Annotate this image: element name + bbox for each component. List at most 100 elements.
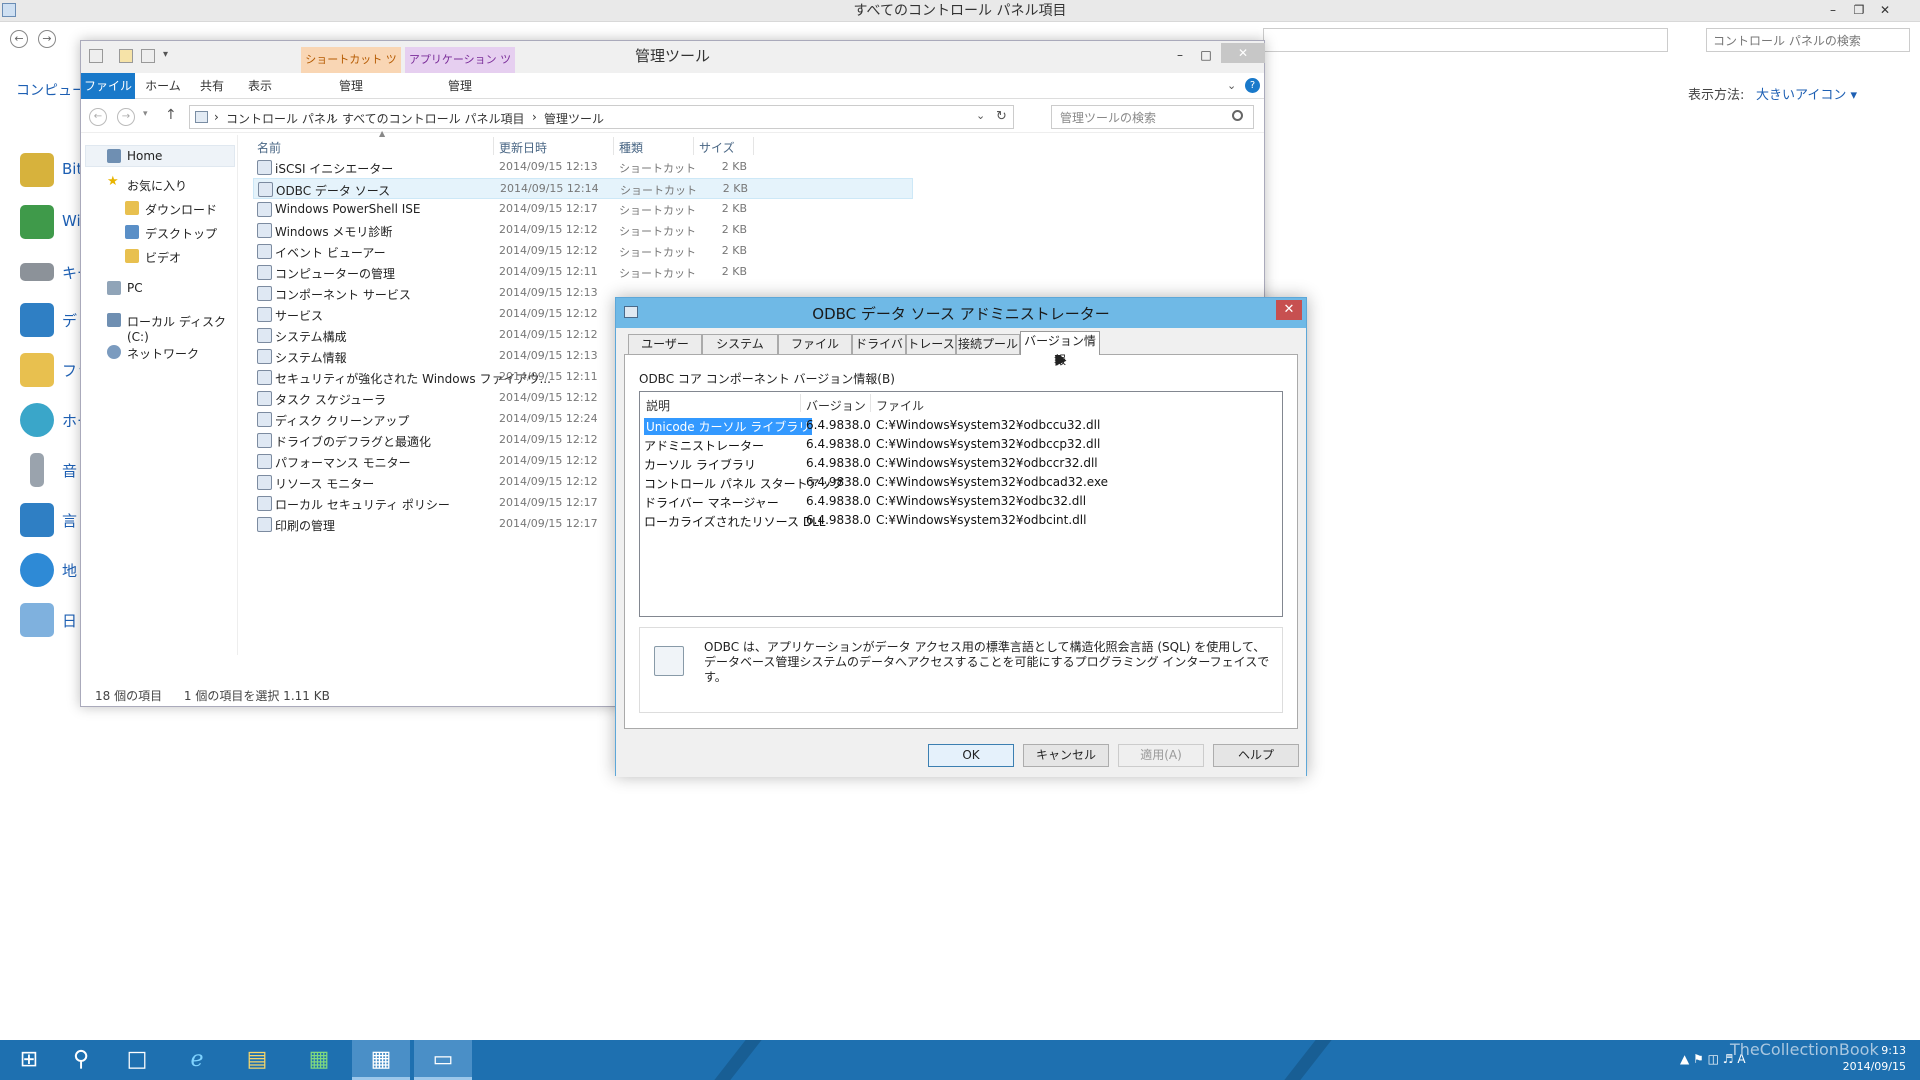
customize-chevron-icon[interactable]: ▾	[163, 49, 168, 60]
component-row[interactable]: Unicode カーソル ライブラリ 6.4.9838.0 C:¥Windows¥s…	[640, 416, 1280, 435]
display-icon[interactable]	[20, 303, 54, 337]
store-icon[interactable]: ▦	[290, 1040, 348, 1080]
file-row[interactable]: iSCSI イニシエーター 2014/09/15 12:13 ショートカット 2 KB	[253, 157, 913, 178]
new-folder-icon[interactable]	[119, 49, 133, 63]
column-type[interactable]: 種類	[619, 139, 643, 156]
file-row[interactable]: ODBC データ ソース 2014/09/15 12:14 ショートカット 2 KB	[253, 178, 913, 199]
view-by-dropdown[interactable]: 大きいアイコン ▾	[1756, 84, 1857, 103]
file-row[interactable]: コンピューターの管理 2014/09/15 12:11 ショートカット 2 KB	[253, 262, 913, 283]
column-separator[interactable]	[493, 137, 494, 155]
tab-manage-application[interactable]: 管理	[405, 73, 515, 99]
refresh-icon[interactable]: ↻	[996, 109, 1007, 124]
ribbon-expand-chevron-icon[interactable]: ⌄	[1227, 79, 1236, 92]
tab-about[interactable]: バージョン情報	[1020, 331, 1100, 367]
nav-desktop[interactable]: デスクトップ	[145, 225, 217, 242]
network-icon[interactable]	[20, 205, 54, 239]
restore-button[interactable]: ❐	[1846, 0, 1872, 20]
homegroup-icon[interactable]	[20, 403, 54, 437]
dialog-close-button[interactable]: ✕	[1276, 300, 1302, 320]
column-separator[interactable]	[800, 394, 801, 412]
column-separator[interactable]	[613, 137, 614, 155]
minimize-button[interactable]: –	[1820, 0, 1846, 20]
tab-share[interactable]: 共有	[191, 73, 233, 99]
nav-favorites[interactable]: お気に入り	[127, 177, 187, 194]
component-row[interactable]: ドライバー マネージャー 6.4.9838.0 C:¥Windows¥system3…	[640, 492, 1280, 511]
explorer-minimize-button[interactable]: –	[1167, 45, 1193, 65]
control-panel-search-input[interactable]: コントロール パネルの検索	[1706, 28, 1910, 52]
properties-icon[interactable]	[89, 49, 103, 63]
cp-item-label[interactable]: 日	[62, 610, 77, 631]
cp-item-label[interactable]: デ	[62, 310, 77, 331]
explorer-close-button[interactable]: ✕	[1221, 43, 1265, 63]
nav-videos[interactable]: ビデオ	[145, 249, 181, 266]
tab-connection-pooling[interactable]: 接続プール	[956, 334, 1020, 354]
internet-explorer-icon[interactable]: e	[168, 1040, 226, 1080]
address-bar[interactable]: › コントロール パネル › すべてのコントロール パネル項目 › 管理ツール …	[189, 105, 1014, 129]
back-icon[interactable]: ←	[10, 30, 28, 48]
column-separator[interactable]	[693, 137, 694, 155]
nav-network[interactable]: ネットワーク	[127, 345, 199, 362]
file-row[interactable]: イベント ビューアー 2014/09/15 12:12 ショートカット 2 KB	[253, 241, 913, 262]
nav-downloads[interactable]: ダウンロード	[145, 201, 217, 218]
file-row[interactable]: Windows メモリ診断 2014/09/15 12:12 ショートカット 2 KB	[253, 220, 913, 241]
core-components-list[interactable]: 説明 バージョン ファイル Unicode カーソル ライブラリ 6.4.9838…	[639, 391, 1283, 617]
bitlocker-icon[interactable]	[20, 153, 54, 187]
breadcrumb-control-panel[interactable]: コントロール パネル	[226, 110, 338, 127]
tab-tracing[interactable]: トレース	[906, 334, 956, 354]
column-name[interactable]: 名前	[257, 139, 281, 156]
back-icon[interactable]: ←	[89, 108, 107, 126]
rename-icon[interactable]	[141, 49, 155, 63]
globe-icon[interactable]	[20, 553, 54, 587]
address-dropdown-icon[interactable]: ⌄	[976, 109, 985, 122]
tab-drivers[interactable]: ドライバー	[852, 334, 906, 370]
tab-file-dsn[interactable]: ファイル DSN	[778, 334, 852, 370]
file-explorer-icon[interactable]: ▤	[228, 1040, 286, 1080]
column-version[interactable]: バージョン	[806, 397, 866, 414]
cancel-button[interactable]: キャンセル	[1023, 744, 1109, 767]
apply-button[interactable]: 適用(A)	[1118, 744, 1204, 767]
explorer-search-input[interactable]: 管理ツールの検索	[1051, 105, 1254, 129]
column-size[interactable]: サイズ	[699, 139, 735, 156]
close-button[interactable]: ✕	[1872, 0, 1898, 20]
file-row[interactable]: Windows PowerShell ISE 2014/09/15 12:17 ショ…	[253, 199, 913, 220]
column-separator[interactable]	[753, 137, 754, 155]
column-modified[interactable]: 更新日時	[499, 139, 547, 156]
forward-icon[interactable]: →	[38, 30, 56, 48]
help-button[interactable]: ヘルプ	[1213, 744, 1299, 767]
tab-manage-shortcut[interactable]: 管理	[301, 73, 401, 99]
help-icon[interactable]: ?	[1245, 78, 1260, 93]
component-row[interactable]: アドミニストレーター 6.4.9838.0 C:¥Windows¥system32¥…	[640, 435, 1280, 454]
nav-home[interactable]: Home	[127, 149, 162, 163]
search-icon[interactable]: ⚲	[52, 1040, 110, 1080]
keyboard-icon[interactable]	[20, 263, 54, 281]
up-icon[interactable]: ↑	[165, 107, 177, 123]
cp-item-label[interactable]: 地	[62, 560, 77, 581]
component-row[interactable]: カーソル ライブラリ 6.4.9838.0 C:¥Windows¥system32¥…	[640, 454, 1280, 473]
explorer-maximize-button[interactable]: □	[1193, 45, 1219, 65]
tab-view[interactable]: 表示	[237, 73, 283, 99]
cp-item-label[interactable]: 音	[62, 460, 77, 481]
tab-user-dsn[interactable]: ユーザー DSN	[628, 334, 702, 370]
folder-icon[interactable]	[20, 353, 54, 387]
nav-pc[interactable]: PC	[127, 281, 143, 295]
column-description[interactable]: 説明	[646, 397, 670, 414]
nav-local-disk[interactable]: ローカル ディスク (C:)	[127, 313, 237, 344]
tab-home[interactable]: ホーム	[139, 73, 187, 99]
forward-icon[interactable]: →	[117, 108, 135, 126]
breadcrumb-all-items[interactable]: すべてのコントロール パネル項目	[342, 110, 525, 127]
search-icon[interactable]	[1232, 110, 1243, 121]
microphone-icon[interactable]	[30, 453, 44, 487]
tab-system-dsn[interactable]: システム DSN	[702, 334, 778, 370]
task-view-icon[interactable]: □	[108, 1040, 166, 1080]
calendar-icon[interactable]	[20, 603, 54, 637]
tab-file[interactable]: ファイル	[81, 73, 135, 99]
recent-chevron-icon[interactable]: ▾	[143, 109, 148, 119]
language-icon[interactable]	[20, 503, 54, 537]
column-file[interactable]: ファイル	[876, 397, 924, 414]
breadcrumb-admin-tools[interactable]: 管理ツール	[544, 110, 604, 127]
control-panel-taskbar-button[interactable]: ▦	[352, 1040, 410, 1080]
column-separator[interactable]	[870, 394, 871, 412]
component-row[interactable]: ローカライズされたリソース DLL 6.4.9838.0 C:¥Windows¥sy…	[640, 511, 1280, 530]
start-button[interactable]: ⊞	[0, 1040, 58, 1080]
control-panel-address-bar[interactable]	[1263, 28, 1668, 52]
